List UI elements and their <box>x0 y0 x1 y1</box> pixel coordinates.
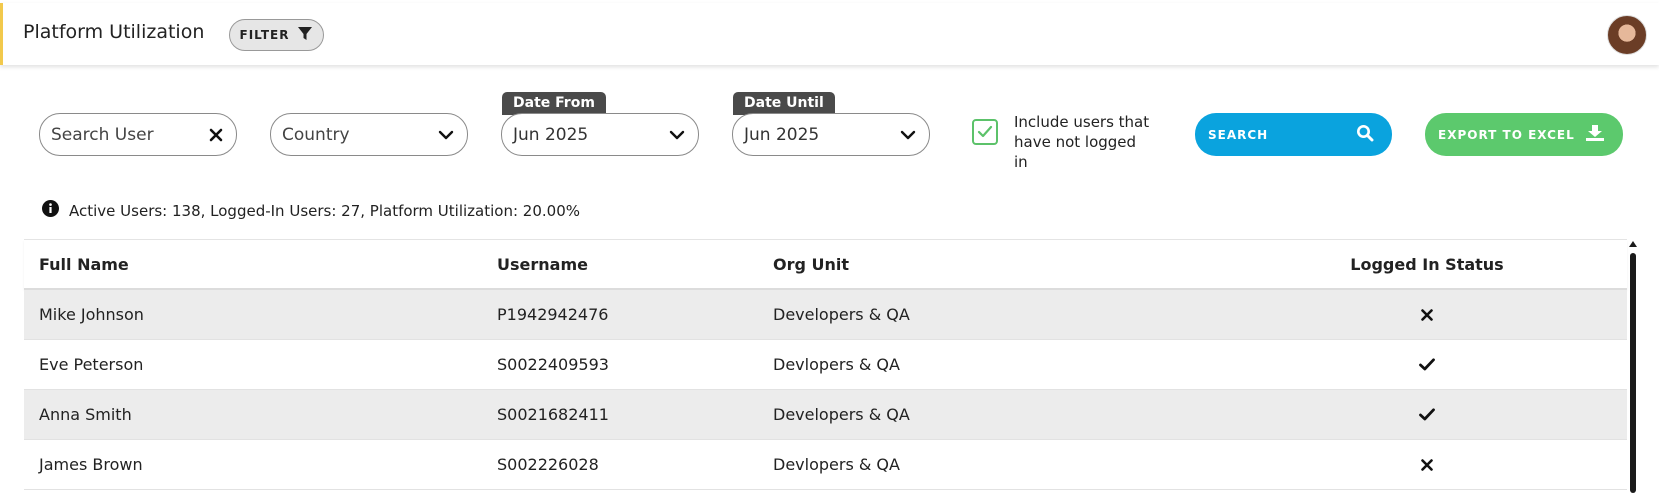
chevron-down-icon <box>438 130 454 140</box>
header-org-unit[interactable]: Org Unit <box>773 255 1227 274</box>
download-icon <box>1585 124 1605 145</box>
cell-username: P1942942476 <box>497 305 609 324</box>
table-scrollbar[interactable] <box>1628 239 1638 493</box>
cell-full-name: Mike Johnson <box>39 305 144 324</box>
export-button-label: EXPORT TO EXCEL <box>1438 127 1575 142</box>
scroll-up-arrow-icon[interactable] <box>1629 241 1637 247</box>
cell-org-unit: Devlopers & QA <box>773 455 900 474</box>
date-until-tag: Date Until <box>733 92 835 115</box>
checkmark-icon <box>1419 358 1435 371</box>
date-from-select[interactable]: Jun 2025 <box>501 113 699 156</box>
user-avatar[interactable] <box>1607 15 1647 55</box>
search-user-placeholder: Search User <box>51 124 154 145</box>
cross-icon <box>1421 308 1433 321</box>
filter-icon <box>297 26 313 45</box>
header-logged-in-status[interactable]: Logged In Status <box>1227 255 1627 274</box>
search-icon <box>1356 124 1374 145</box>
cell-full-name: Eve Peterson <box>39 355 144 374</box>
date-until-select[interactable]: Jun 2025 <box>732 113 930 156</box>
include-not-logged-label: Include users that have not logged in <box>1014 113 1150 171</box>
table-row[interactable]: Mike Johnson P1942942476 Developers & QA <box>24 290 1627 340</box>
cell-full-name: Anna Smith <box>39 405 132 424</box>
date-from-tag: Date From <box>502 92 606 115</box>
table-row[interactable]: Anna Smith S0021682411 Developers & QA <box>24 390 1627 440</box>
checkmark-icon <box>1419 408 1435 421</box>
table-row[interactable]: Eve Peterson S0022409593 Devlopers & QA <box>24 340 1627 390</box>
cross-icon <box>1421 458 1433 471</box>
country-select[interactable]: Country <box>270 113 468 156</box>
cell-logged-in-status <box>1227 408 1627 421</box>
cell-logged-in-status <box>1227 308 1627 321</box>
filter-label: FILTER <box>239 28 290 42</box>
header-username[interactable]: Username <box>497 255 773 274</box>
summary-text: Active Users: 138, Logged-In Users: 27, … <box>69 201 580 220</box>
export-excel-button[interactable]: EXPORT TO EXCEL <box>1425 113 1623 156</box>
country-placeholder: Country <box>282 124 350 145</box>
scroll-thumb[interactable] <box>1630 253 1636 493</box>
cell-org-unit: Developers & QA <box>773 305 910 324</box>
cell-logged-in-status <box>1227 358 1627 371</box>
cell-full-name: James Brown <box>39 455 143 474</box>
cell-org-unit: Devlopers & QA <box>773 355 900 374</box>
cell-org-unit: Developers & QA <box>773 405 910 424</box>
info-icon <box>42 200 59 221</box>
search-user-field[interactable]: Search User <box>39 113 237 156</box>
users-table: Full Name Username Org Unit Logged In St… <box>24 239 1627 490</box>
chevron-down-icon <box>669 130 685 140</box>
date-until-value: Jun 2025 <box>744 124 820 145</box>
search-button-label: SEARCH <box>1208 127 1269 142</box>
chevron-down-icon <box>900 130 916 140</box>
top-bar: Platform Utilization FILTER <box>0 3 1659 65</box>
date-from-value: Jun 2025 <box>513 124 589 145</box>
table-row[interactable]: James Brown S002226028 Devlopers & QA <box>24 440 1627 490</box>
cell-username: S0022409593 <box>497 355 609 374</box>
check-icon <box>977 125 993 138</box>
include-not-logged-checkbox[interactable] <box>972 119 998 145</box>
cell-logged-in-status <box>1227 458 1627 471</box>
utilization-summary: Active Users: 138, Logged-In Users: 27, … <box>42 200 580 221</box>
filter-button[interactable]: FILTER <box>229 19 324 51</box>
clear-icon[interactable] <box>209 128 223 142</box>
cell-username: S0021682411 <box>497 405 609 424</box>
search-button[interactable]: SEARCH <box>1195 113 1392 156</box>
page-title: Platform Utilization <box>23 21 205 43</box>
cell-username: S002226028 <box>497 455 599 474</box>
header-full-name[interactable]: Full Name <box>24 255 497 274</box>
table-header: Full Name Username Org Unit Logged In St… <box>24 240 1627 290</box>
